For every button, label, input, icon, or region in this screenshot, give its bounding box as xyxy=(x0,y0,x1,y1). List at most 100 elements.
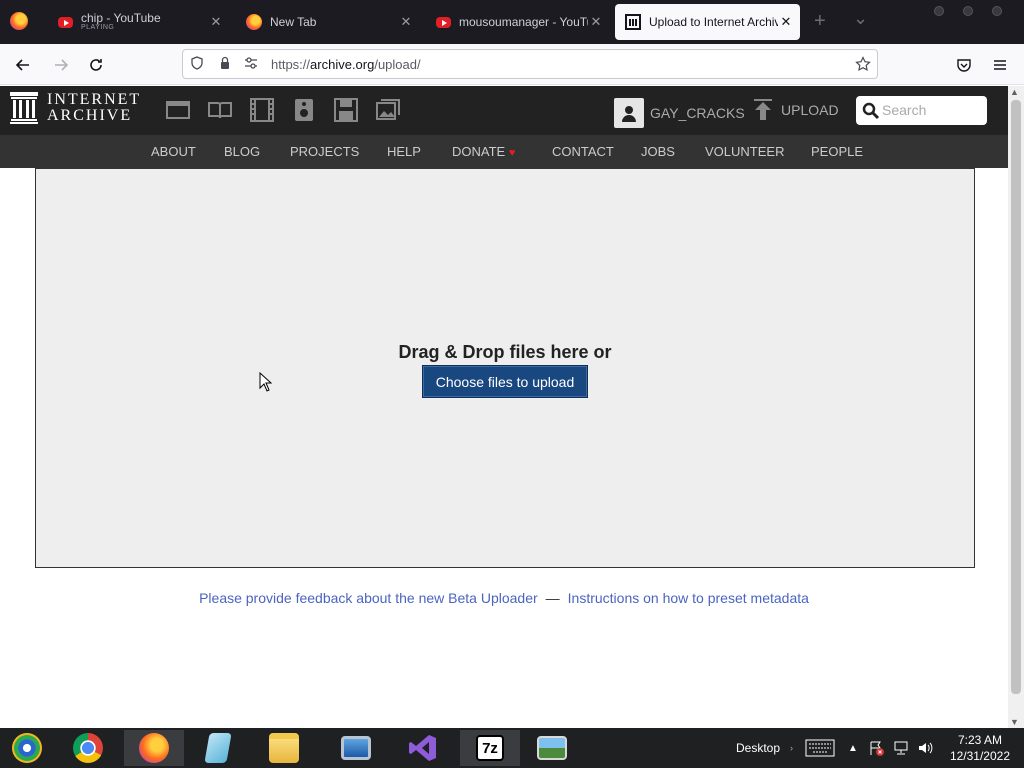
keyboard-icon xyxy=(805,739,835,757)
scroll-thumb[interactable] xyxy=(1011,100,1021,694)
start-button[interactable] xyxy=(0,730,54,766)
software-icon[interactable] xyxy=(334,98,358,122)
user-menu[interactable]: GAY_CRACKS xyxy=(614,98,745,128)
feedback-link[interactable]: Please provide feedback about the new Be… xyxy=(199,590,538,606)
nav-donate-label: DONATE xyxy=(452,144,506,159)
avatar-icon xyxy=(614,98,644,128)
audio-icon[interactable] xyxy=(292,98,316,122)
firefox-icon xyxy=(139,733,169,763)
browser-tab-strip: chip - YouTube PLAYING ✕ New Tab ✕ mouso… xyxy=(0,0,1024,44)
pocket-button[interactable] xyxy=(953,54,975,76)
internet-archive-icon xyxy=(625,14,641,30)
tab-upload-internet-archive[interactable]: Upload to Internet Archive ✕ xyxy=(615,4,800,40)
address-bar[interactable]: https://archive.org/upload/ xyxy=(182,49,878,79)
internet-archive-logo[interactable]: INTERNET ARCHIVE xyxy=(10,92,141,124)
desktop-label: Desktop xyxy=(736,741,781,755)
taskbar-photo-viewer[interactable] xyxy=(522,730,582,766)
heart-icon: ♥ xyxy=(508,147,516,159)
network-button[interactable] xyxy=(893,728,909,768)
maximize-button[interactable] xyxy=(963,6,973,16)
nav-volunteer[interactable]: VOLUNTEER xyxy=(705,144,784,159)
show-hidden-icons-button[interactable]: ▲ xyxy=(848,728,858,768)
minimize-button[interactable] xyxy=(934,6,944,16)
tracking-protection-shield-icon[interactable] xyxy=(189,56,205,72)
nav-contact[interactable]: CONTACT xyxy=(552,144,614,159)
reload-icon xyxy=(90,59,102,71)
firefox-icon[interactable] xyxy=(10,12,28,30)
list-all-tabs-button[interactable]: ⌄ xyxy=(853,8,868,29)
video-icon[interactable] xyxy=(250,98,274,122)
tab-title: mousoumanager - YouTube xyxy=(459,15,588,29)
nav-about[interactable]: ABOUT xyxy=(151,144,196,159)
url-prefix: https:// xyxy=(271,57,311,72)
taskbar-firefox[interactable] xyxy=(124,730,184,766)
taskbar-remote-desktop[interactable] xyxy=(326,730,386,766)
permissions-icon[interactable] xyxy=(243,56,259,72)
desktop-toolbar[interactable]: Desktop › xyxy=(736,728,793,768)
touch-keyboard-button[interactable] xyxy=(805,728,835,768)
back-button[interactable] xyxy=(12,54,34,76)
close-window-button[interactable] xyxy=(992,6,1002,16)
nav-donate[interactable]: DONATE ♥ xyxy=(452,144,515,159)
bookmark-star-icon[interactable] xyxy=(855,56,871,72)
nav-help[interactable]: HELP xyxy=(387,144,421,159)
web-icon[interactable] xyxy=(166,98,190,122)
tab-new-tab[interactable]: New Tab ✕ xyxy=(236,4,420,40)
action-center-flag-icon xyxy=(870,741,884,756)
upload-label: UPLOAD xyxy=(781,102,839,118)
search-icon xyxy=(862,102,880,120)
tab-title: Upload to Internet Archive xyxy=(649,15,778,29)
texts-icon[interactable] xyxy=(208,98,232,122)
instructions-link[interactable]: Instructions on how to preset metadata xyxy=(568,590,809,606)
hamburger-menu-icon xyxy=(994,60,1006,70)
remote-desktop-icon xyxy=(341,736,371,760)
7zip-icon: 7z xyxy=(476,735,504,761)
new-tab-button[interactable]: + xyxy=(814,10,826,33)
username: GAY_CRACKS xyxy=(650,105,745,121)
taskbar: 7z Desktop › ▲ 7:23 AM 12/31/2022 xyxy=(0,728,1024,768)
tab-close-button[interactable]: ✕ xyxy=(588,14,604,30)
nav-jobs[interactable]: JOBS xyxy=(641,144,675,159)
url-domain: archive.org xyxy=(310,57,375,72)
nav-blog[interactable]: BLOG xyxy=(224,144,260,159)
url-text[interactable]: https://archive.org/upload/ xyxy=(271,57,421,72)
scroll-down-arrow-icon[interactable]: ▼ xyxy=(1010,717,1019,727)
tab-mousoumanager-youtube[interactable]: mousoumanager - YouTube ✕ xyxy=(426,4,610,40)
system-clock[interactable]: 7:23 AM 12/31/2022 xyxy=(950,732,1010,764)
taskbar-file-explorer[interactable] xyxy=(254,730,314,766)
search-input[interactable] xyxy=(882,99,982,121)
drop-instructions: Drag & Drop files here or xyxy=(398,342,612,362)
taskbar-7zip[interactable]: 7z xyxy=(460,730,520,766)
upload-link[interactable]: UPLOAD xyxy=(753,98,839,122)
tab-title: New Tab xyxy=(270,15,317,29)
tab-close-button[interactable]: ✕ xyxy=(208,14,224,30)
forward-button[interactable] xyxy=(50,54,72,76)
app-menu-button[interactable] xyxy=(989,54,1011,76)
taskbar-visual-studio[interactable] xyxy=(393,730,453,766)
tab-close-button[interactable]: ✕ xyxy=(398,14,414,30)
nav-projects[interactable]: PROJECTS xyxy=(290,144,359,159)
drop-zone[interactable]: Drag & Drop files here or Choose files t… xyxy=(35,168,975,568)
upload-arrow-icon xyxy=(754,99,772,120)
volume-button[interactable] xyxy=(917,728,933,768)
lock-icon[interactable] xyxy=(217,56,233,72)
tab-chip-youtube[interactable]: chip - YouTube PLAYING ✕ xyxy=(48,4,230,40)
images-icon[interactable] xyxy=(376,98,400,122)
choose-files-button[interactable]: Choose files to upload xyxy=(422,365,588,398)
taskbar-notepad[interactable] xyxy=(188,730,248,766)
archive-building-icon xyxy=(10,92,38,124)
ia-logo-text: INTERNET ARCHIVE xyxy=(47,92,141,124)
action-center-button[interactable] xyxy=(868,728,884,768)
firefox-icon xyxy=(246,14,262,30)
tab-close-button[interactable]: ✕ xyxy=(778,14,794,30)
link-separator: — xyxy=(545,590,560,606)
volume-icon xyxy=(919,742,933,754)
search-box[interactable] xyxy=(856,96,987,125)
taskbar-chrome[interactable] xyxy=(58,730,118,766)
pocket-icon xyxy=(957,59,971,72)
scroll-up-arrow-icon[interactable]: ▲ xyxy=(1010,87,1019,97)
tab-playing-label: PLAYING xyxy=(81,23,115,31)
reload-button[interactable] xyxy=(85,54,107,76)
nav-people[interactable]: PEOPLE xyxy=(811,144,863,159)
page-scrollbar[interactable]: ▲ ▼ xyxy=(1008,86,1024,728)
